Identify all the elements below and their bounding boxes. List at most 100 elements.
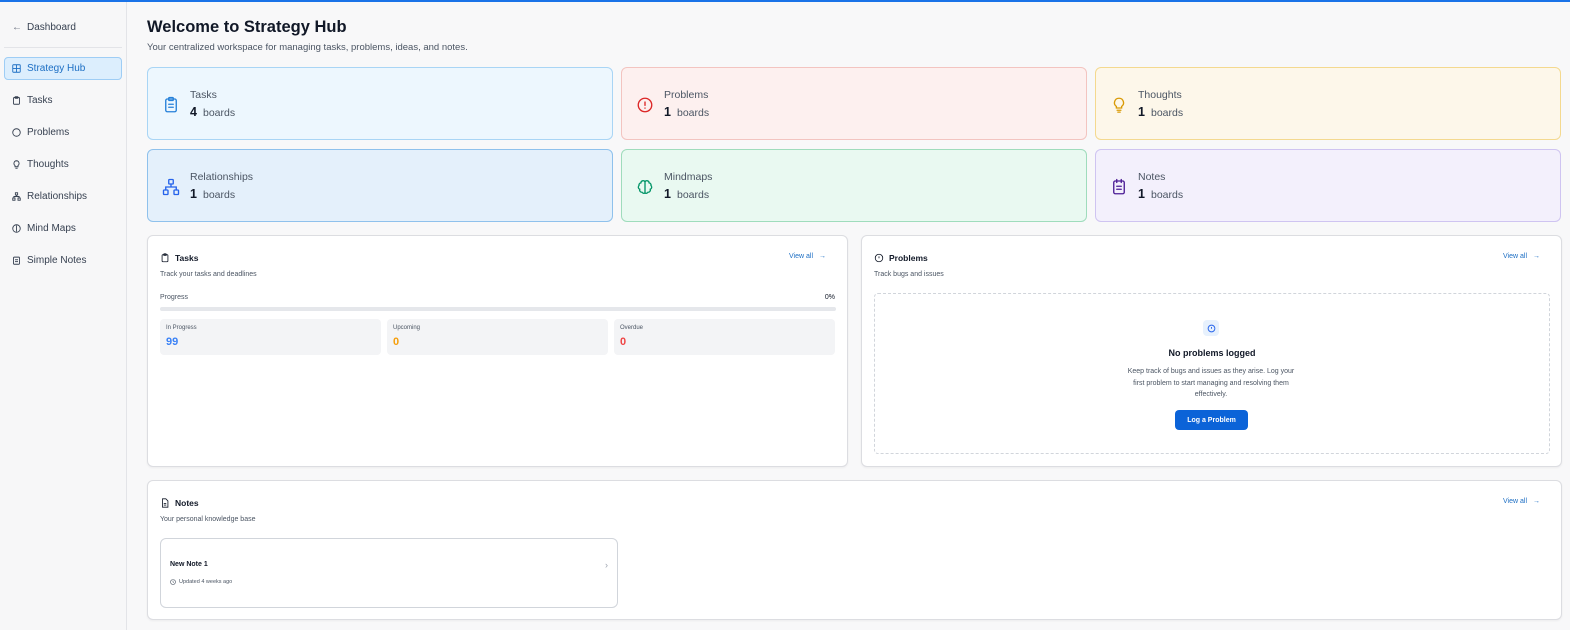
stat-card-mindmaps[interactable]: Mindmaps 1 boards bbox=[621, 149, 1087, 222]
stat-card-name: Relationships bbox=[190, 171, 254, 183]
stat-card-name: Thoughts bbox=[1138, 89, 1182, 101]
sidebar-item-label: Simple Notes bbox=[27, 255, 87, 266]
back-link-label: Dashboard bbox=[27, 22, 76, 33]
view-all-label: View all bbox=[789, 253, 813, 260]
stat-card-thoughts[interactable]: Thoughts 1 boards bbox=[1095, 67, 1561, 140]
problems-panel: Problems Track bugs and issues View all … bbox=[861, 235, 1562, 467]
note-updated: Updated 4 weeks ago bbox=[179, 579, 233, 585]
stat-card-name: Mindmaps bbox=[664, 171, 713, 183]
lightbulb-icon bbox=[1113, 97, 1125, 113]
tasks-panel: Tasks Track your tasks and deadlines Vie… bbox=[147, 235, 848, 467]
stat-card-unit: boards bbox=[1151, 107, 1184, 119]
stat-card-count: 1 bbox=[664, 187, 671, 201]
stat-label: Upcoming bbox=[393, 325, 421, 331]
view-all-label: View all bbox=[1503, 253, 1527, 260]
stat-card-count: 1 bbox=[664, 105, 671, 119]
stat-card-unit: boards bbox=[1151, 189, 1184, 201]
sidebar-item-simple-notes[interactable]: Simple Notes bbox=[4, 249, 122, 272]
sidebar-item-label: Thoughts bbox=[27, 159, 69, 170]
page-title: Welcome to Strategy Hub bbox=[147, 18, 347, 36]
view-all-notes-link[interactable]: View all → bbox=[1503, 498, 1540, 505]
stat-label: Overdue bbox=[620, 325, 644, 331]
panel-title: Problems bbox=[874, 253, 928, 263]
sidebar: ← Dashboard Strategy Hub Tasks Problems … bbox=[0, 2, 127, 630]
note-card[interactable]: New Note 1 Updated 4 weeks ago › bbox=[160, 538, 618, 608]
stat-card-relationships[interactable]: Relationships 1 boards bbox=[147, 149, 613, 222]
stat-card-tasks[interactable]: Tasks 4 boards bbox=[147, 67, 613, 140]
stat-card-unit: boards bbox=[677, 189, 710, 201]
stat-card-unit: boards bbox=[203, 189, 236, 201]
arrow-right-icon: → bbox=[1533, 498, 1540, 505]
back-to-dashboard-link[interactable]: ← Dashboard bbox=[12, 22, 76, 33]
stat-card-count: 1 bbox=[1138, 187, 1145, 201]
stat-card-count: 1 bbox=[190, 187, 197, 201]
panel-title: Notes bbox=[160, 498, 199, 508]
panel-subtitle: Your personal knowledge base bbox=[160, 516, 256, 523]
sidebar-item-problems[interactable]: Problems bbox=[4, 121, 122, 144]
stat-value: 0 bbox=[393, 336, 400, 348]
notepad-icon bbox=[1113, 178, 1125, 195]
note-meta: Updated 4 weeks ago bbox=[170, 579, 232, 585]
sidebar-item-relationships[interactable]: Relationships bbox=[4, 185, 122, 208]
view-all-label: View all bbox=[1503, 498, 1527, 505]
sidebar-item-label: Strategy Hub bbox=[27, 63, 86, 74]
stat-card-count: 1 bbox=[1138, 105, 1145, 119]
circle-alert-icon bbox=[1203, 320, 1219, 336]
panel-title-label: Notes bbox=[175, 498, 199, 508]
upcoming-stat: Upcoming 0 bbox=[387, 319, 608, 355]
sidebar-item-tasks[interactable]: Tasks bbox=[4, 89, 122, 112]
clipboard-icon bbox=[165, 96, 177, 113]
arrow-right-icon: → bbox=[1533, 253, 1540, 260]
progress-percent: 0% bbox=[824, 294, 835, 301]
arrow-right-icon: → bbox=[819, 253, 826, 260]
sidebar-item-label: Mind Maps bbox=[27, 223, 76, 234]
stat-card-notes[interactable]: Notes 1 boards bbox=[1095, 149, 1561, 222]
stat-card-problems[interactable]: Problems 1 boards bbox=[621, 67, 1087, 140]
notes-panel: Notes Your personal knowledge base View … bbox=[147, 480, 1562, 620]
stat-card-name: Notes bbox=[1138, 171, 1166, 183]
stat-card-unit: boards bbox=[203, 107, 236, 119]
lightbulb-icon bbox=[13, 160, 20, 169]
empty-state: No problems logged Keep track of bugs an… bbox=[874, 293, 1550, 454]
stat-value: 99 bbox=[166, 336, 179, 348]
stat-label: In Progress bbox=[166, 325, 197, 331]
network-icon bbox=[162, 178, 180, 196]
stat-card-name: Problems bbox=[664, 89, 709, 101]
brain-icon bbox=[12, 224, 21, 233]
arrow-left-icon: ← bbox=[12, 22, 22, 33]
panel-title-label: Problems bbox=[889, 253, 928, 263]
empty-state-text: Keep track of bugs and issues as they ar… bbox=[1127, 368, 1295, 398]
panel-subtitle: Track your tasks and deadlines bbox=[160, 271, 257, 278]
in-progress-stat: In Progress 99 bbox=[160, 319, 381, 355]
brain-icon bbox=[637, 180, 653, 194]
circle-alert-icon bbox=[637, 97, 653, 113]
view-all-problems-link[interactable]: View all → bbox=[1503, 253, 1540, 260]
view-all-tasks-link[interactable]: View all → bbox=[789, 253, 826, 260]
clock-icon bbox=[170, 579, 176, 585]
panel-title: Tasks bbox=[160, 253, 198, 263]
note-title: New Note 1 bbox=[170, 561, 208, 568]
stat-value: 0 bbox=[620, 336, 627, 348]
circle-alert-icon bbox=[874, 253, 884, 263]
file-text-icon bbox=[162, 498, 169, 508]
panel-subtitle: Track bugs and issues bbox=[874, 271, 944, 278]
sidebar-item-mind-maps[interactable]: Mind Maps bbox=[4, 217, 122, 240]
circle-alert-icon bbox=[12, 128, 21, 137]
sidebar-item-label: Problems bbox=[27, 127, 70, 138]
empty-state-title: No problems logged bbox=[1168, 348, 1256, 358]
stat-card-unit: boards bbox=[677, 107, 710, 119]
sidebar-item-strategy-hub[interactable]: Strategy Hub bbox=[4, 57, 122, 80]
stat-card-name: Tasks bbox=[190, 89, 217, 101]
clipboard-icon bbox=[161, 253, 169, 263]
network-icon bbox=[12, 192, 21, 201]
progress-bar bbox=[160, 307, 836, 311]
log-problem-button[interactable]: Log a Problem bbox=[1175, 410, 1248, 430]
chevron-right-icon: › bbox=[605, 560, 608, 570]
sidebar-item-label: Relationships bbox=[27, 191, 88, 202]
progress-label: Progress bbox=[160, 294, 189, 301]
panel-title-label: Tasks bbox=[175, 253, 199, 263]
sidebar-item-thoughts[interactable]: Thoughts bbox=[4, 153, 122, 176]
sidebar-item-label: Tasks bbox=[27, 95, 53, 106]
notepad-icon bbox=[13, 256, 20, 265]
overdue-stat: Overdue 0 bbox=[614, 319, 835, 355]
